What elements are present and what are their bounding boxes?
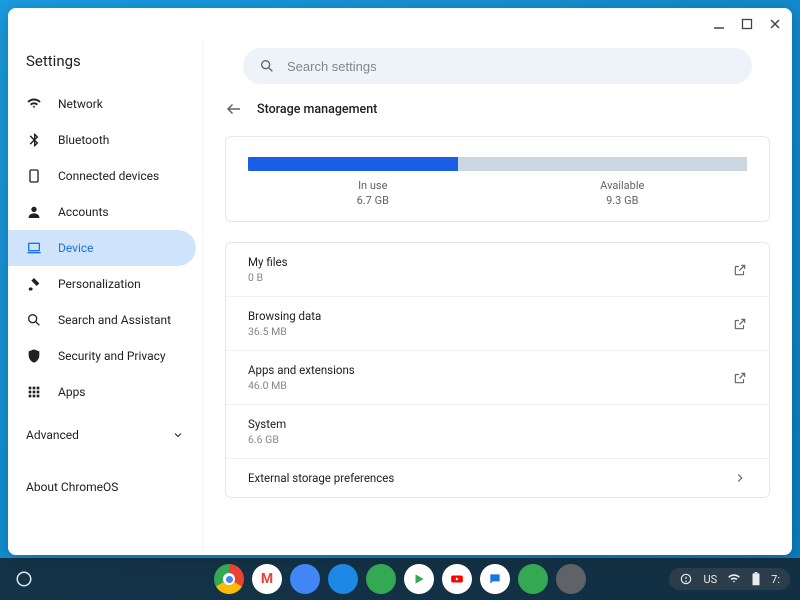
wifi-status-icon: [727, 572, 741, 586]
minimize-button[interactable]: [712, 17, 726, 31]
status-lang: US: [703, 573, 717, 586]
sidebar-item-personalization[interactable]: Personalization: [8, 266, 196, 302]
sidebar-item-search-assistant[interactable]: Search and Assistant: [8, 302, 196, 338]
available-value: 9.3 GB: [606, 194, 638, 207]
list-item-title: My files: [248, 255, 288, 269]
sidebar-item-label: Security and Privacy: [58, 349, 166, 363]
main-panel: Storage management In use 6.7 GB Availab…: [203, 40, 792, 555]
storage-item-browsing-data[interactable]: Browsing data 36.5 MB: [226, 296, 769, 350]
search-input[interactable]: [287, 59, 736, 74]
close-button[interactable]: [768, 17, 782, 31]
sidebar-item-security-privacy[interactable]: Security and Privacy: [8, 338, 196, 374]
in-use-column: In use 6.7 GB: [248, 179, 498, 207]
sidebar-about[interactable]: About ChromeOS: [8, 462, 202, 512]
app-play[interactable]: [404, 564, 434, 594]
storage-summary-card: In use 6.7 GB Available 9.3 GB: [225, 136, 770, 222]
storage-item-external-preferences[interactable]: External storage preferences: [226, 458, 769, 497]
app-title: Settings: [8, 42, 202, 86]
chevron-down-icon: [172, 429, 184, 441]
storage-bar-used: [248, 157, 458, 171]
search-bar[interactable]: [243, 48, 752, 84]
app-camera[interactable]: [366, 564, 396, 594]
sidebar: Settings Network Bluetooth Connected dev…: [8, 40, 203, 555]
sidebar-item-label: Personalization: [58, 277, 141, 291]
open-external-icon: [733, 317, 747, 331]
window-titlebar: [8, 8, 792, 40]
open-external-icon: [733, 371, 747, 385]
sidebar-item-label: Bluetooth: [58, 133, 109, 147]
battery-icon: [751, 572, 761, 586]
storage-item-apps-extensions[interactable]: Apps and extensions 46.0 MB: [226, 350, 769, 404]
sidebar-item-label: Search and Assistant: [58, 313, 171, 327]
sidebar-item-label: Device: [58, 241, 94, 255]
storage-bar: [248, 157, 747, 171]
list-item-sub: 6.6 GB: [248, 433, 286, 446]
in-use-value: 6.7 GB: [357, 194, 389, 207]
app-youtube[interactable]: [442, 564, 472, 594]
sidebar-item-network[interactable]: Network: [8, 86, 196, 122]
launcher-icon: [15, 570, 33, 588]
list-item-title: Browsing data: [248, 309, 321, 323]
app-docs[interactable]: [290, 564, 320, 594]
sidebar-item-bluetooth[interactable]: Bluetooth: [8, 122, 196, 158]
apps-icon: [26, 384, 42, 400]
list-item-title: External storage preferences: [248, 471, 394, 485]
maximize-button[interactable]: [740, 17, 754, 31]
app-other[interactable]: [556, 564, 586, 594]
sidebar-item-apps[interactable]: Apps: [8, 374, 196, 410]
status-time: 7:: [771, 573, 780, 586]
storage-item-system: System 6.6 GB: [226, 404, 769, 458]
storage-item-my-files[interactable]: My files 0 B: [226, 243, 769, 296]
app-messages[interactable]: [480, 564, 510, 594]
sidebar-item-label: Connected devices: [58, 169, 159, 183]
sidebar-item-label: Network: [58, 97, 103, 111]
wifi-icon: [26, 96, 42, 112]
page-header: Storage management: [203, 88, 792, 126]
app-gmail[interactable]: M: [252, 564, 282, 594]
in-use-label: In use: [358, 179, 387, 192]
content-area: Settings Network Bluetooth Connected dev…: [8, 40, 792, 555]
list-item-sub: 0 B: [248, 271, 288, 284]
search-icon: [259, 58, 275, 74]
arrow-left-icon: [225, 100, 243, 118]
page-title: Storage management: [257, 102, 377, 117]
status-tray[interactable]: US 7:: [669, 568, 790, 590]
advanced-label: Advanced: [26, 428, 79, 442]
settings-window: Settings Network Bluetooth Connected dev…: [8, 8, 792, 555]
storage-items-card: My files 0 B Browsing data 36.5 MB Apps …: [225, 242, 770, 498]
sidebar-item-device[interactable]: Device: [8, 230, 196, 266]
sidebar-item-label: Apps: [58, 385, 86, 399]
list-item-sub: 36.5 MB: [248, 325, 321, 338]
app-settings[interactable]: [518, 564, 548, 594]
list-item-sub: 46.0 MB: [248, 379, 355, 392]
app-chrome[interactable]: [214, 564, 244, 594]
sidebar-item-connected-devices[interactable]: Connected devices: [8, 158, 196, 194]
laptop-icon: [26, 240, 42, 256]
launcher-button[interactable]: [10, 565, 38, 593]
bluetooth-icon: [26, 132, 42, 148]
sidebar-advanced[interactable]: Advanced: [8, 416, 202, 454]
back-button[interactable]: [225, 100, 243, 118]
paint-icon: [26, 276, 42, 292]
list-item-title: System: [248, 417, 286, 431]
shelf-apps: M: [214, 564, 586, 594]
chevron-right-icon: [733, 471, 747, 485]
app-files[interactable]: [328, 564, 358, 594]
available-column: Available 9.3 GB: [498, 179, 748, 207]
about-label: About ChromeOS: [26, 480, 118, 494]
connected-devices-icon: [26, 168, 42, 184]
notification-icon: [679, 572, 693, 586]
available-label: Available: [600, 179, 644, 192]
person-icon: [26, 204, 42, 220]
shelf: M US 7:: [0, 558, 800, 600]
sidebar-item-label: Accounts: [58, 205, 109, 219]
search-icon: [26, 312, 42, 328]
open-external-icon: [733, 263, 747, 277]
shield-icon: [26, 348, 42, 364]
list-item-title: Apps and extensions: [248, 363, 355, 377]
sidebar-item-accounts[interactable]: Accounts: [8, 194, 196, 230]
